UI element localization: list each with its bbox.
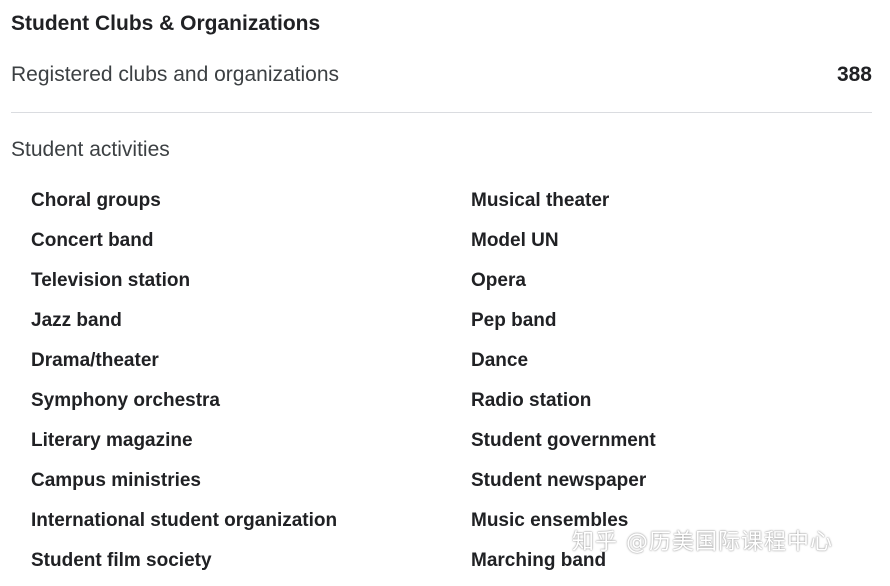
activity-item: Student newspaper [471, 470, 647, 491]
page-title: Student Clubs & Organizations [11, 12, 321, 35]
activity-item: Campus ministries [31, 470, 201, 491]
registered-clubs-row: Registered clubs and organizations 388 [11, 60, 872, 90]
registered-clubs-label: Registered clubs and organizations [11, 63, 340, 86]
student-activities-heading: Student activities [11, 138, 170, 161]
activity-item: Radio station [471, 390, 592, 411]
activity-item: Student film society [31, 550, 212, 571]
section-divider [11, 112, 872, 113]
activity-item: Jazz band [31, 310, 122, 331]
activity-item: Student government [471, 430, 656, 451]
registered-clubs-value: 388 [836, 63, 872, 86]
activity-item: Literary magazine [31, 430, 193, 451]
activity-item: Pep band [471, 310, 557, 331]
activity-item: Opera [471, 270, 526, 291]
activity-item: Model UN [471, 230, 559, 251]
activity-item: Drama/theater [31, 350, 159, 371]
activity-item: Television station [31, 270, 191, 291]
activity-item: Symphony orchestra [31, 390, 220, 411]
activity-item: International student organization [31, 510, 338, 531]
watermark-text: 知乎 @历美国际课程中心 [572, 530, 833, 555]
activity-item: Musical theater [471, 190, 610, 211]
activity-item: Concert band [31, 230, 154, 251]
activity-item: Choral groups [31, 190, 161, 211]
activity-item: Dance [471, 350, 529, 371]
